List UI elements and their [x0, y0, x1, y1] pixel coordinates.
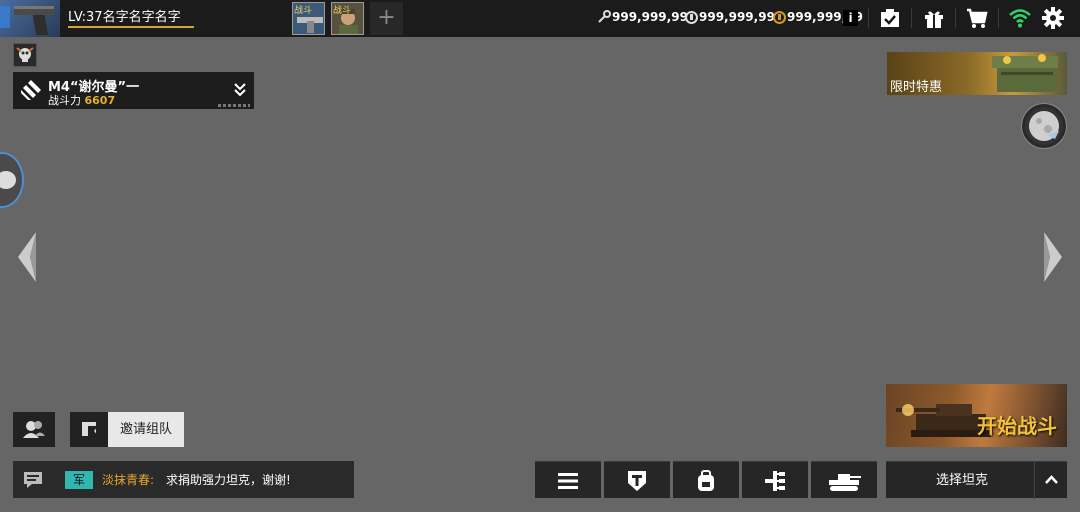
- xp-bar: [68, 26, 194, 28]
- chat-message: 求捐助强力坦克，谢谢!: [166, 473, 291, 487]
- gift-icon[interactable]: [922, 6, 946, 30]
- start-battle-button[interactable]: 开始战斗: [886, 384, 1067, 447]
- side-chat-bubble-button[interactable]: [0, 152, 24, 208]
- current-tank-card[interactable]: M4“谢尔曼”一 战斗力 6607: [13, 72, 254, 109]
- dock-garage-button[interactable]: [811, 461, 877, 498]
- branch-tree-icon: [765, 471, 785, 491]
- select-tank-label: 选择坦克: [935, 473, 988, 488]
- tank-icon: [829, 474, 861, 491]
- power-value: 6607: [84, 94, 116, 107]
- limited-offer-label: 限时特惠: [890, 80, 943, 95]
- menu-icon: [558, 473, 578, 489]
- speech-bubble-icon: [0, 171, 16, 189]
- player-avatar[interactable]: [0, 0, 60, 37]
- invite-team-button[interactable]: 邀请组队: [70, 412, 184, 447]
- channel-tag: 军: [65, 471, 93, 489]
- divider: [955, 8, 956, 28]
- dock-menu-button[interactable]: [535, 461, 601, 498]
- previous-arrow-icon[interactable]: [16, 230, 38, 284]
- skull-emblem-icon: [16, 47, 34, 62]
- currency-silver[interactable]: 999,999,99: [685, 10, 775, 24]
- gold-coin-icon: [773, 10, 786, 24]
- pistol-icon: [0, 6, 54, 35]
- chat-sender: 淡抹青春:: [102, 473, 155, 487]
- power-label: 战斗力: [48, 94, 81, 107]
- friends-button[interactable]: [13, 412, 55, 447]
- tank-power: 战斗力 6607: [48, 92, 115, 108]
- silver-coin-icon: [685, 10, 698, 24]
- event-moon-button[interactable]: [1022, 104, 1066, 148]
- slot-weapon[interactable]: 战斗: [292, 2, 325, 35]
- player-level-name: LV:37名字名字名字: [68, 10, 181, 25]
- tech-tree-t-icon: [628, 471, 646, 491]
- currency-info-button[interactable]: i: [843, 10, 858, 26]
- dock-branch-button[interactable]: [742, 461, 808, 498]
- divider: [998, 8, 999, 28]
- gear-icon[interactable]: [1041, 6, 1065, 30]
- key-icon: [598, 10, 611, 23]
- divider: [911, 8, 912, 28]
- card-decoration: [218, 104, 250, 107]
- currency-value: 999,999,99: [699, 10, 775, 24]
- slot-commander[interactable]: 战斗: [331, 2, 364, 35]
- friends-icon: [23, 421, 45, 438]
- crew-skill-button[interactable]: [13, 43, 37, 67]
- select-tank-button[interactable]: 选择坦克: [886, 461, 1067, 499]
- currency-keys[interactable]: 999,999,99: [597, 10, 688, 24]
- cart-icon[interactable]: [965, 6, 989, 30]
- slot-label: 战斗: [333, 6, 352, 16]
- start-battle-label: 开始战斗: [977, 414, 1057, 438]
- dock-tech-button[interactable]: [604, 461, 670, 498]
- mission-clipboard-icon[interactable]: [878, 6, 902, 30]
- flag-icon: [82, 422, 98, 436]
- moon-icon: [1029, 111, 1059, 141]
- next-arrow-icon[interactable]: [1042, 230, 1064, 284]
- divider: [868, 8, 869, 28]
- wifi-icon: [1009, 9, 1031, 28]
- currency-value: 999,999,99: [612, 10, 688, 24]
- add-slot-button[interactable]: +: [370, 2, 403, 35]
- rank-stripes-icon: [21, 80, 41, 100]
- limited-offer-banner[interactable]: 限时特惠: [887, 52, 1067, 95]
- chevron-double-down-icon[interactable]: [234, 82, 246, 98]
- dock-backpack-button[interactable]: [673, 461, 739, 498]
- invite-team-label: 邀请组队: [108, 412, 184, 447]
- chat-icon: [24, 472, 42, 488]
- chat-bar[interactable]: 军 淡抹青春: 求捐助强力坦克，谢谢!: [13, 461, 354, 498]
- expand-up-button[interactable]: [1034, 462, 1067, 499]
- chevron-up-icon: [1045, 475, 1058, 484]
- backpack-icon: [698, 470, 714, 491]
- player-info[interactable]: LV:37名字名字名字: [60, 0, 200, 37]
- slot-label: 战斗: [294, 6, 313, 16]
- top-bar: LV:37名字名字名字 战斗 战斗 + 999,999,99 999,999,9…: [0, 0, 1080, 37]
